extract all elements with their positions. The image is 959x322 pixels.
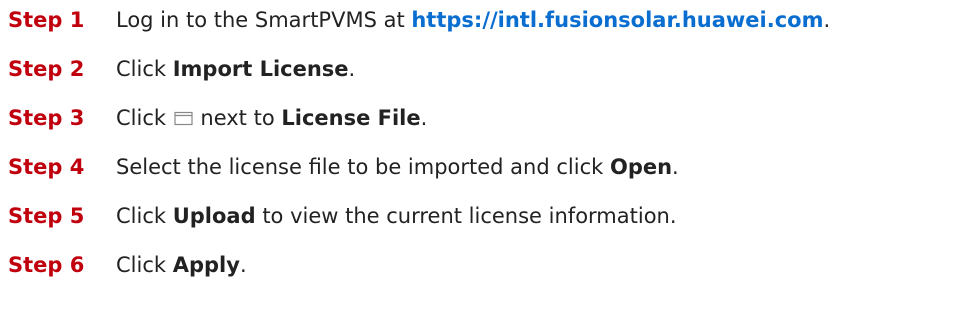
step-text: Click Apply. (116, 253, 247, 277)
step-1: Step 1 Log in to the SmartPVMS at https:… (8, 6, 830, 34)
step-text: Click Import License. (116, 57, 355, 81)
step-text: Click Upload to view the current license… (116, 204, 677, 228)
step-label: Step 1 (8, 8, 85, 32)
step-text-prefix: Log in to the SmartPVMS at (116, 8, 412, 32)
step-2: Step 2 Click Import License. (8, 55, 355, 83)
import-license-term: Import License (172, 57, 349, 81)
step-text-prefix: Click (116, 57, 173, 81)
step-label: Step 4 (8, 155, 85, 179)
open-term: Open (609, 155, 673, 179)
step-text-prefix: Select the license file to be imported a… (116, 155, 610, 179)
step-text-suffix: . (348, 57, 356, 81)
step-text-suffix: . (239, 253, 247, 277)
step-4: Step 4 Select the license file to be imp… (8, 153, 679, 181)
step-text: Click next to License File. (116, 106, 427, 130)
step-label: Step 2 (8, 57, 85, 81)
step-text-suffix: to view the current license information. (255, 204, 677, 228)
step-text-prefix: Click (116, 204, 173, 228)
step-text: Select the license file to be imported a… (116, 155, 679, 179)
step-5: Step 5 Click Upload to view the current … (8, 202, 677, 230)
step-text-prefix: Click (116, 106, 173, 130)
step-label: Step 6 (8, 253, 85, 277)
step-text-suffix: . (420, 106, 428, 130)
folder-icon (174, 111, 193, 126)
upload-term: Upload (172, 204, 256, 228)
step-label: Step 3 (8, 106, 85, 130)
step-text-prefix: Click (116, 253, 173, 277)
apply-term: Apply (172, 253, 240, 277)
step-text-suffix: . (823, 8, 831, 32)
step-text-suffix: . (672, 155, 679, 179)
license-file-term: License File (281, 106, 421, 130)
step-3: Step 3 Click next to License File. (8, 104, 427, 132)
step-text-middle: next to (193, 106, 282, 130)
step-6: Step 6 Click Apply. (8, 251, 247, 279)
step-text: Log in to the SmartPVMS at https://intl.… (116, 8, 830, 32)
step-label: Step 5 (8, 204, 85, 228)
fusionsolar-link[interactable]: https://intl.fusionsolar.huawei.com (411, 8, 823, 32)
